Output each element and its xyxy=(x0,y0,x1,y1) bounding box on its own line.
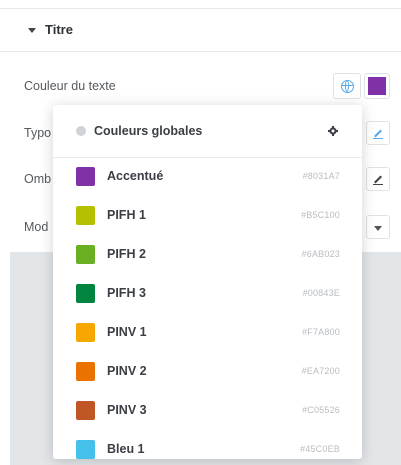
divider xyxy=(0,8,401,9)
shadow-edit-button[interactable] xyxy=(366,167,390,191)
color-item[interactable]: PINV 1 #F7A800 xyxy=(53,314,362,353)
color-swatch xyxy=(76,284,95,303)
color-item[interactable]: PIFH 1 #B5C100 xyxy=(53,197,362,236)
color-name: PIFH 2 xyxy=(107,247,146,261)
color-item[interactable]: Accentué #8031A7 xyxy=(53,158,362,197)
global-colors-popover: Couleurs globales Accentué #8031A7 PIFH … xyxy=(53,105,362,459)
color-swatch xyxy=(76,167,95,186)
color-item[interactable]: PINV 3 #C05526 xyxy=(53,392,362,431)
pencil-icon xyxy=(373,175,383,185)
color-swatch xyxy=(76,245,95,264)
section-header-titre[interactable]: Titre xyxy=(0,12,401,48)
typography-edit-button[interactable] xyxy=(366,121,390,145)
pencil-icon xyxy=(373,129,383,139)
color-hex: #45C0EB xyxy=(300,444,340,454)
color-swatch xyxy=(76,362,95,381)
color-hex: #B5C100 xyxy=(301,210,340,220)
globe-icon xyxy=(340,79,354,93)
popover-title: Couleurs globales xyxy=(94,124,203,138)
color-swatch xyxy=(76,440,95,459)
color-name: PINV 2 xyxy=(107,364,147,378)
color-name: Bleu 1 xyxy=(107,442,145,456)
color-hex: #00843E xyxy=(302,288,340,298)
color-name: PIFH 1 xyxy=(107,208,146,222)
color-hex: #EA7200 xyxy=(301,366,340,376)
color-item[interactable]: PIFH 2 #6AB023 xyxy=(53,236,362,275)
color-hex: #F7A800 xyxy=(302,327,340,337)
color-swatch xyxy=(76,401,95,420)
shadow-label: Omb xyxy=(24,172,52,186)
current-color-swatch xyxy=(368,77,386,95)
typography-label: Typo xyxy=(24,126,52,140)
chevron-down-icon xyxy=(374,226,382,231)
text-color-picker[interactable] xyxy=(364,73,390,99)
divider xyxy=(0,51,401,52)
color-hex: #8031A7 xyxy=(302,171,340,181)
editor-panel: Titre Couleur du texte Typo Omb Mod Coul… xyxy=(0,0,401,465)
color-swatch xyxy=(76,206,95,225)
color-item[interactable]: PIFH 3 #00843E xyxy=(53,275,362,314)
color-swatch xyxy=(76,323,95,342)
mode-select[interactable] xyxy=(366,215,390,239)
text-color-label: Couleur du texte xyxy=(24,79,116,93)
mode-label: Mod xyxy=(24,220,49,234)
info-icon xyxy=(76,126,86,136)
color-item[interactable]: Bleu 1 #45C0EB xyxy=(53,431,362,459)
caret-down-icon[interactable] xyxy=(28,28,36,33)
color-hex: #6AB023 xyxy=(301,249,340,259)
global-colors-button[interactable] xyxy=(333,73,361,99)
gear-icon[interactable] xyxy=(328,126,338,136)
color-name: PINV 3 xyxy=(107,403,147,417)
color-name: PIFH 3 xyxy=(107,286,146,300)
color-name: Accentué xyxy=(107,169,164,183)
popover-header: Couleurs globales xyxy=(53,105,362,158)
section-title: Titre xyxy=(45,22,73,37)
color-hex: #C05526 xyxy=(302,405,340,415)
color-item[interactable]: PINV 2 #EA7200 xyxy=(53,353,362,392)
color-name: PINV 1 xyxy=(107,325,147,339)
